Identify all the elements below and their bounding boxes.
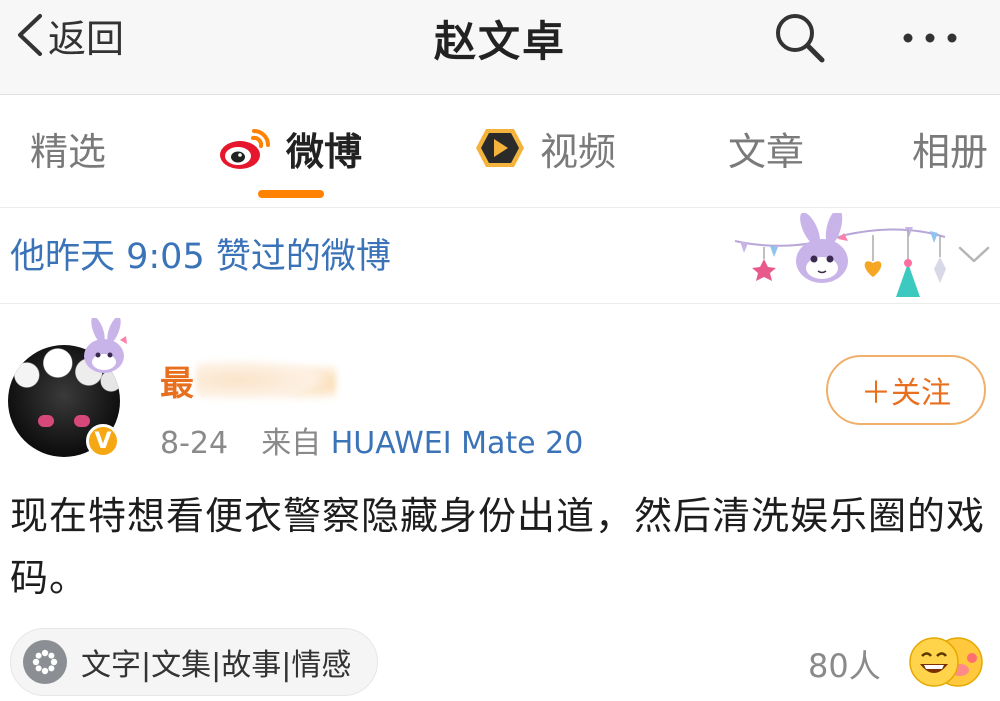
post-date: 8-24 bbox=[160, 426, 229, 461]
chevron-down-icon[interactable] bbox=[956, 242, 992, 266]
avatar-eye bbox=[74, 415, 90, 427]
bunny-sticker-icon bbox=[84, 318, 127, 373]
tab-label: 视频 bbox=[540, 129, 617, 174]
top-navigation-bar: 返回 赵文卓 bbox=[0, 0, 1000, 95]
like-count[interactable]: 80人 bbox=[808, 641, 881, 687]
avatar-eye bbox=[38, 415, 54, 427]
reaction-emoji-icons bbox=[909, 637, 983, 687]
profile-tabs: 精选 微博 视频 文章 相册 bbox=[0, 95, 1000, 208]
weibo-icon bbox=[220, 129, 270, 169]
tab-label: 文章 bbox=[728, 129, 805, 174]
verified-badge: V bbox=[86, 424, 120, 458]
topic-label: 文字|文集|故事|情感 bbox=[81, 648, 352, 683]
liked-post-header[interactable]: 他昨天 9:05 赞过的微博 bbox=[0, 208, 1000, 304]
post-source-prefix: 来自 bbox=[261, 426, 322, 461]
post-content: 现在特想看便衣警察隐藏身份出道，然后清洗娱乐圈的戏码。 bbox=[10, 494, 986, 600]
tab-albums[interactable]: 相册 bbox=[912, 123, 989, 174]
username-redacted bbox=[196, 360, 336, 400]
search-icon[interactable] bbox=[770, 8, 830, 68]
topic-tag[interactable]: 文字|文集|故事|情感 bbox=[10, 628, 379, 696]
post-meta: 8-24 来自 HUAWEI Mate 20 bbox=[160, 418, 583, 462]
active-tab-indicator bbox=[258, 190, 324, 198]
tab-video[interactable]: 视频 bbox=[472, 123, 617, 174]
bunny-bunting-decoration bbox=[734, 213, 946, 297]
tab-featured[interactable]: 精选 bbox=[30, 123, 107, 174]
video-play-icon bbox=[476, 129, 524, 167]
tab-articles[interactable]: 文章 bbox=[728, 123, 805, 174]
liked-time-text: 他昨天 9:05 赞过的微博 bbox=[10, 237, 391, 277]
tab-label: 精选 bbox=[30, 129, 107, 174]
tab-weibo[interactable]: 微博 bbox=[218, 123, 363, 174]
page-title: 赵文卓 bbox=[433, 17, 566, 66]
username[interactable]: 最 bbox=[160, 356, 194, 405]
more-icon[interactable] bbox=[895, 18, 965, 58]
follow-button[interactable]: ＋关注 bbox=[826, 355, 986, 425]
tab-label: 微博 bbox=[286, 129, 363, 174]
asterisk-icon bbox=[23, 640, 67, 684]
post-source-device[interactable]: HUAWEI Mate 20 bbox=[331, 426, 584, 461]
tab-label: 相册 bbox=[912, 129, 989, 174]
